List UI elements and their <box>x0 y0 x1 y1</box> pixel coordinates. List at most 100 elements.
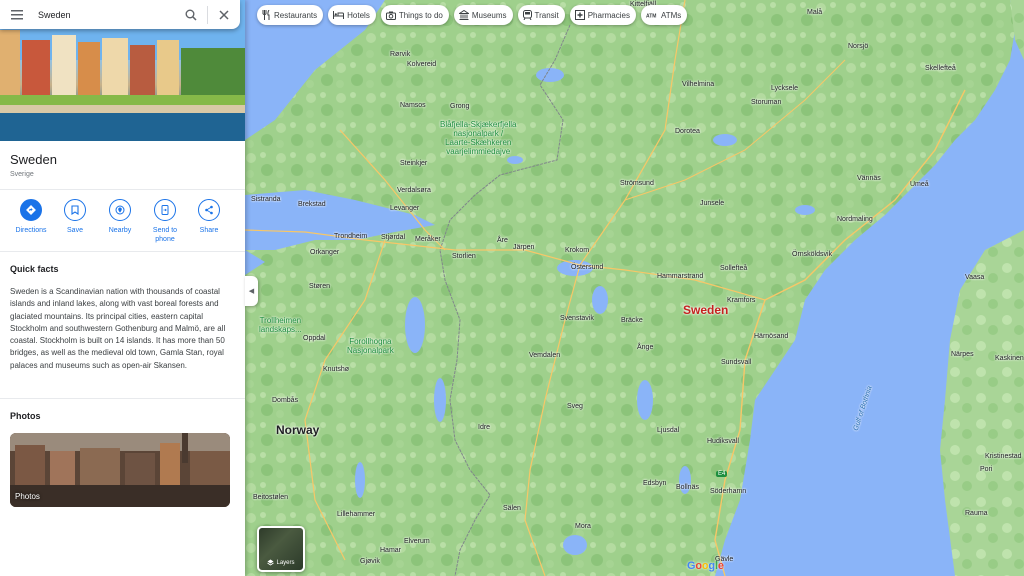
place-label[interactable]: Elverum <box>404 538 430 545</box>
place-label[interactable]: Svenstavik <box>560 315 594 322</box>
park-label: Trollheimen landskaps... <box>259 316 302 334</box>
country-label-norway[interactable]: Norway <box>276 423 319 437</box>
place-label[interactable]: Kramfors <box>727 297 755 304</box>
place-label[interactable]: Steinkjer <box>400 160 427 167</box>
place-label[interactable]: Strömsund <box>620 180 654 187</box>
park-label: Forollhogna Nasjonalpark <box>347 337 394 355</box>
place-label[interactable]: Mora <box>575 523 591 530</box>
directions-icon <box>26 205 36 215</box>
hamburger-icon <box>11 9 23 19</box>
place-label[interactable]: Åre <box>497 237 508 244</box>
place-label[interactable]: Storlien <box>452 253 476 260</box>
place-label[interactable]: Lillehammer <box>337 511 375 518</box>
place-label[interactable]: Norsjö <box>848 43 868 50</box>
place-label[interactable]: Kolvereid <box>407 61 436 68</box>
place-label[interactable]: Verdalsøra <box>397 187 431 194</box>
place-label[interactable]: Lycksele <box>771 85 798 92</box>
menu-button[interactable] <box>0 0 34 29</box>
place-label[interactable]: Stjørdal <box>381 234 405 241</box>
chip-atms[interactable]: ATM ATMs <box>640 5 688 25</box>
share-button[interactable]: Share <box>187 199 231 235</box>
place-label[interactable]: Støren <box>309 283 330 290</box>
search-button[interactable] <box>175 0 207 29</box>
close-icon <box>219 9 229 20</box>
place-label[interactable]: Bollnäs <box>676 484 699 491</box>
place-label[interactable]: Vemdalen <box>529 352 560 359</box>
place-label[interactable]: Gjøvik <box>360 558 380 565</box>
place-label[interactable]: Hammarstrand <box>657 273 703 280</box>
place-label[interactable]: Nordmaling <box>837 216 873 223</box>
place-label[interactable]: Idre <box>478 424 490 431</box>
place-label[interactable]: Hudiksvall <box>707 438 739 445</box>
nearby-button[interactable]: Nearby <box>98 199 142 235</box>
layers-label-row: Layers <box>259 559 303 566</box>
place-label[interactable]: Härnösand <box>754 333 788 340</box>
place-label[interactable]: Hamar <box>380 547 401 554</box>
place-label[interactable]: Rørvik <box>390 51 410 58</box>
place-label[interactable]: Sistranda <box>251 196 281 203</box>
place-label[interactable]: Meråker <box>415 236 441 243</box>
quick-facts-text: Sweden is a Scandinavian nation with tho… <box>10 287 226 370</box>
place-label[interactable]: Krokom <box>565 247 589 254</box>
send-to-phone-icon <box>161 205 169 215</box>
place-label[interactable]: Malå <box>807 9 822 16</box>
place-label[interactable]: Umeå <box>910 181 929 188</box>
chip-things-to-do[interactable]: Things to do <box>380 5 449 25</box>
chip-hotels[interactable]: Hotels <box>328 5 376 25</box>
search-input[interactable] <box>34 9 175 20</box>
place-label[interactable]: Edsbyn <box>643 480 666 487</box>
place-label[interactable]: Oppdal <box>303 335 326 342</box>
place-label[interactable]: Pori <box>980 466 992 473</box>
chip-museums[interactable]: Museums <box>453 5 513 25</box>
layers-button[interactable]: Layers <box>257 526 305 572</box>
chip-pharmacies[interactable]: Pharmacies <box>569 5 636 25</box>
place-label[interactable]: Sveg <box>567 403 583 410</box>
svg-text:ATM: ATM <box>646 14 656 20</box>
place-label[interactable]: Levanger <box>390 205 419 212</box>
place-label[interactable]: Sälen <box>503 505 521 512</box>
chip-label: ATMs <box>660 10 682 20</box>
save-button[interactable]: Save <box>53 199 97 235</box>
country-label-sweden[interactable]: Sweden <box>683 303 728 317</box>
place-label[interactable]: Vaasa <box>965 274 984 281</box>
place-label[interactable]: Junsele <box>700 200 724 207</box>
send-to-phone-button[interactable]: Send to phone <box>143 199 187 244</box>
place-label[interactable]: Järpen <box>513 244 534 251</box>
bookmark-icon <box>71 205 79 215</box>
place-label[interactable]: Ånge <box>637 344 653 351</box>
layers-icon <box>267 559 275 566</box>
place-label[interactable]: Beitostølen <box>253 494 288 501</box>
chip-transit[interactable]: Transit <box>517 5 565 25</box>
place-label[interactable]: Vännäs <box>857 175 881 182</box>
place-label[interactable]: Örnsköldsvik <box>792 251 832 258</box>
collapse-panel-button[interactable]: ◀ <box>245 276 258 306</box>
place-label[interactable]: Kaskinen <box>995 355 1024 362</box>
place-label[interactable]: Grong <box>450 103 469 110</box>
place-label[interactable]: Dorotea <box>675 128 700 135</box>
place-label[interactable]: Trondheim <box>334 233 367 240</box>
road-marker: E4 <box>716 471 728 477</box>
photos-card[interactable]: Photos <box>10 433 230 507</box>
place-label[interactable]: Skellefteå <box>925 65 956 72</box>
place-label[interactable]: Närpes <box>951 351 974 358</box>
clear-search-button[interactable] <box>208 0 240 29</box>
place-label[interactable]: Bräcke <box>621 317 643 324</box>
place-label[interactable]: Söderhamn <box>710 488 746 495</box>
place-label[interactable]: Rauma <box>965 510 988 517</box>
place-label[interactable]: Ljusdal <box>657 427 679 434</box>
place-label[interactable]: Kristinestad <box>985 453 1022 460</box>
directions-button[interactable]: Directions <box>9 199 53 235</box>
place-label[interactable]: Knutshø <box>323 366 349 373</box>
place-label[interactable]: Östersund <box>571 264 603 271</box>
map-canvas[interactable]: Blåfjella-Skjækerfjella nasjonalpark / L… <box>245 0 1024 576</box>
place-label[interactable]: Namsos <box>400 102 426 109</box>
place-label[interactable]: Sollefteå <box>720 265 747 272</box>
place-label[interactable]: Brekstad <box>298 201 326 208</box>
place-label[interactable]: Vilhelmina <box>682 81 714 88</box>
nearby-icon <box>115 205 125 215</box>
place-label[interactable]: Dombås <box>272 397 298 404</box>
place-label[interactable]: Sundsvall <box>721 359 751 366</box>
place-label[interactable]: Storuman <box>751 99 781 106</box>
place-label[interactable]: Orkanger <box>310 249 339 256</box>
chip-restaurants[interactable]: Restaurants <box>257 5 324 25</box>
